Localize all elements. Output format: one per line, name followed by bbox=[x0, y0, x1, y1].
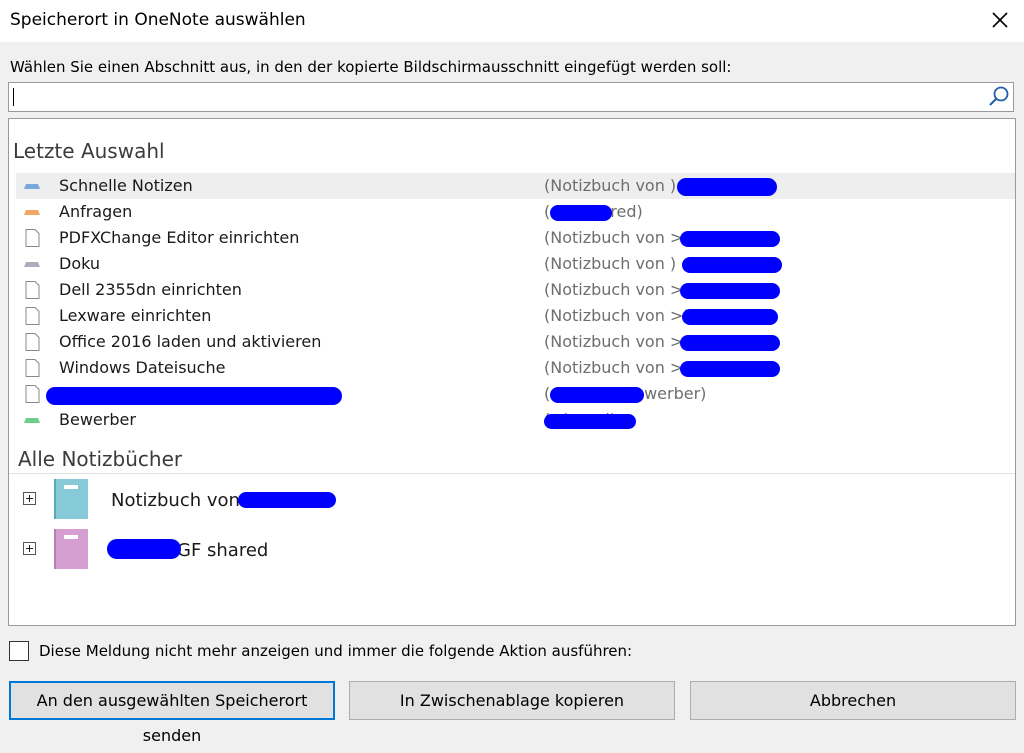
notebook-teal-icon bbox=[54, 479, 88, 519]
recent-item[interactable]: Windows Dateisuche (Notizbuch von >Doku) bbox=[16, 355, 1015, 381]
send-to-location-button[interactable]: An den ausgewählten Speicherort senden bbox=[9, 681, 335, 745]
recent-item-name: Anfragen bbox=[59, 202, 133, 221]
notebook-purple-icon bbox=[54, 529, 88, 569]
recent-heading: Letzte Auswahl bbox=[13, 139, 165, 163]
recent-item-location: (Notizbuch von ) bbox=[544, 254, 677, 273]
expand-toggle[interactable] bbox=[23, 542, 36, 555]
instruction-text: Wählen Sie einen Abschnitt aus, in den d… bbox=[10, 58, 732, 76]
redaction-mark bbox=[680, 283, 780, 299]
redaction-mark bbox=[107, 539, 181, 559]
cancel-button[interactable]: Abbrechen bbox=[690, 681, 1016, 720]
page-icon bbox=[25, 307, 40, 325]
notebook-item[interactable]: Notizbuch von bbox=[9, 476, 1015, 524]
recent-item[interactable]: Office 2016 laden und aktivieren (Notizb… bbox=[16, 329, 1015, 355]
notebook-name: GF shared bbox=[177, 540, 269, 561]
page-icon bbox=[25, 333, 40, 351]
recent-item[interactable]: PDFXChange Editor einrichten (Notizbuch … bbox=[16, 225, 1015, 251]
recent-item[interactable]: Dell 2355dn einrichten (Notizbuch von >D… bbox=[16, 277, 1015, 303]
recent-item-name: Doku bbox=[59, 254, 101, 273]
page-icon bbox=[25, 385, 40, 403]
recent-item-name: Windows Dateisuche bbox=[59, 358, 226, 377]
redaction-mark bbox=[680, 335, 780, 351]
close-icon bbox=[992, 12, 1008, 28]
search-input[interactable] bbox=[11, 85, 985, 111]
redaction-mark bbox=[677, 178, 777, 196]
close-button[interactable] bbox=[986, 6, 1014, 34]
notebooks-heading: Alle Notizbücher bbox=[18, 447, 183, 471]
page-icon bbox=[25, 359, 40, 377]
search-icon[interactable] bbox=[987, 85, 1011, 109]
recent-item-name: Schnelle Notizen bbox=[59, 176, 193, 195]
dont-show-again-label: Diese Meldung nicht mehr anzeigen und im… bbox=[39, 642, 633, 660]
recent-item[interactable]: Bewerber ( shared) bbox=[16, 407, 1015, 433]
recent-item[interactable]: Lexware einrichten (Notizbuch von >Doku) bbox=[16, 303, 1015, 329]
recent-item-name: Office 2016 laden und aktivieren bbox=[59, 332, 322, 351]
redaction-mark bbox=[550, 205, 612, 221]
page-icon bbox=[25, 281, 40, 299]
notebook-name: Notizbuch von bbox=[111, 490, 240, 511]
copy-to-clipboard-button[interactable]: In Zwischenablage kopieren bbox=[349, 681, 675, 720]
recent-item-name: Dell 2355dn einrichten bbox=[59, 280, 242, 299]
recent-item[interactable]: ( shared>Bewerber) bbox=[16, 381, 1015, 407]
page-icon bbox=[25, 229, 40, 247]
recent-item-name: Lexware einrichten bbox=[59, 306, 212, 325]
redaction-mark bbox=[550, 387, 644, 403]
redaction-mark bbox=[46, 387, 342, 405]
recent-item[interactable]: Doku (Notizbuch von ) bbox=[16, 251, 1015, 277]
recent-item-name: PDFXChange Editor einrichten bbox=[59, 228, 300, 247]
redaction-mark bbox=[680, 231, 780, 247]
dialog-title: Speicherort in OneNote auswählen bbox=[10, 10, 306, 30]
notebook-item[interactable]: GF shared bbox=[9, 526, 1015, 574]
dont-show-again-checkbox[interactable] bbox=[9, 641, 29, 661]
search-box[interactable] bbox=[8, 82, 1014, 112]
redaction-mark bbox=[544, 414, 636, 429]
recent-item[interactable]: Anfragen ( GF shared) bbox=[16, 199, 1015, 225]
redaction-mark bbox=[682, 257, 782, 273]
section-tab-blue-icon bbox=[24, 184, 40, 189]
redaction-mark bbox=[680, 361, 780, 377]
redaction-mark bbox=[682, 309, 778, 325]
expand-toggle[interactable] bbox=[23, 492, 36, 505]
recent-item-location: (Notizbuch von ) bbox=[544, 176, 677, 195]
location-tree[interactable]: Letzte Auswahl Schnelle Notizen (Notizbu… bbox=[8, 118, 1016, 626]
title-bar: Speicherort in OneNote auswählen bbox=[0, 0, 1024, 42]
section-tab-orange-icon bbox=[24, 210, 40, 215]
redaction-mark bbox=[238, 492, 336, 508]
recent-item-name: Bewerber bbox=[59, 410, 136, 429]
recent-item[interactable]: Schnelle Notizen (Notizbuch von ) bbox=[16, 173, 1015, 199]
section-divider bbox=[9, 473, 1015, 474]
section-tab-green-icon bbox=[24, 418, 40, 423]
section-tab-gray-icon bbox=[24, 262, 40, 267]
